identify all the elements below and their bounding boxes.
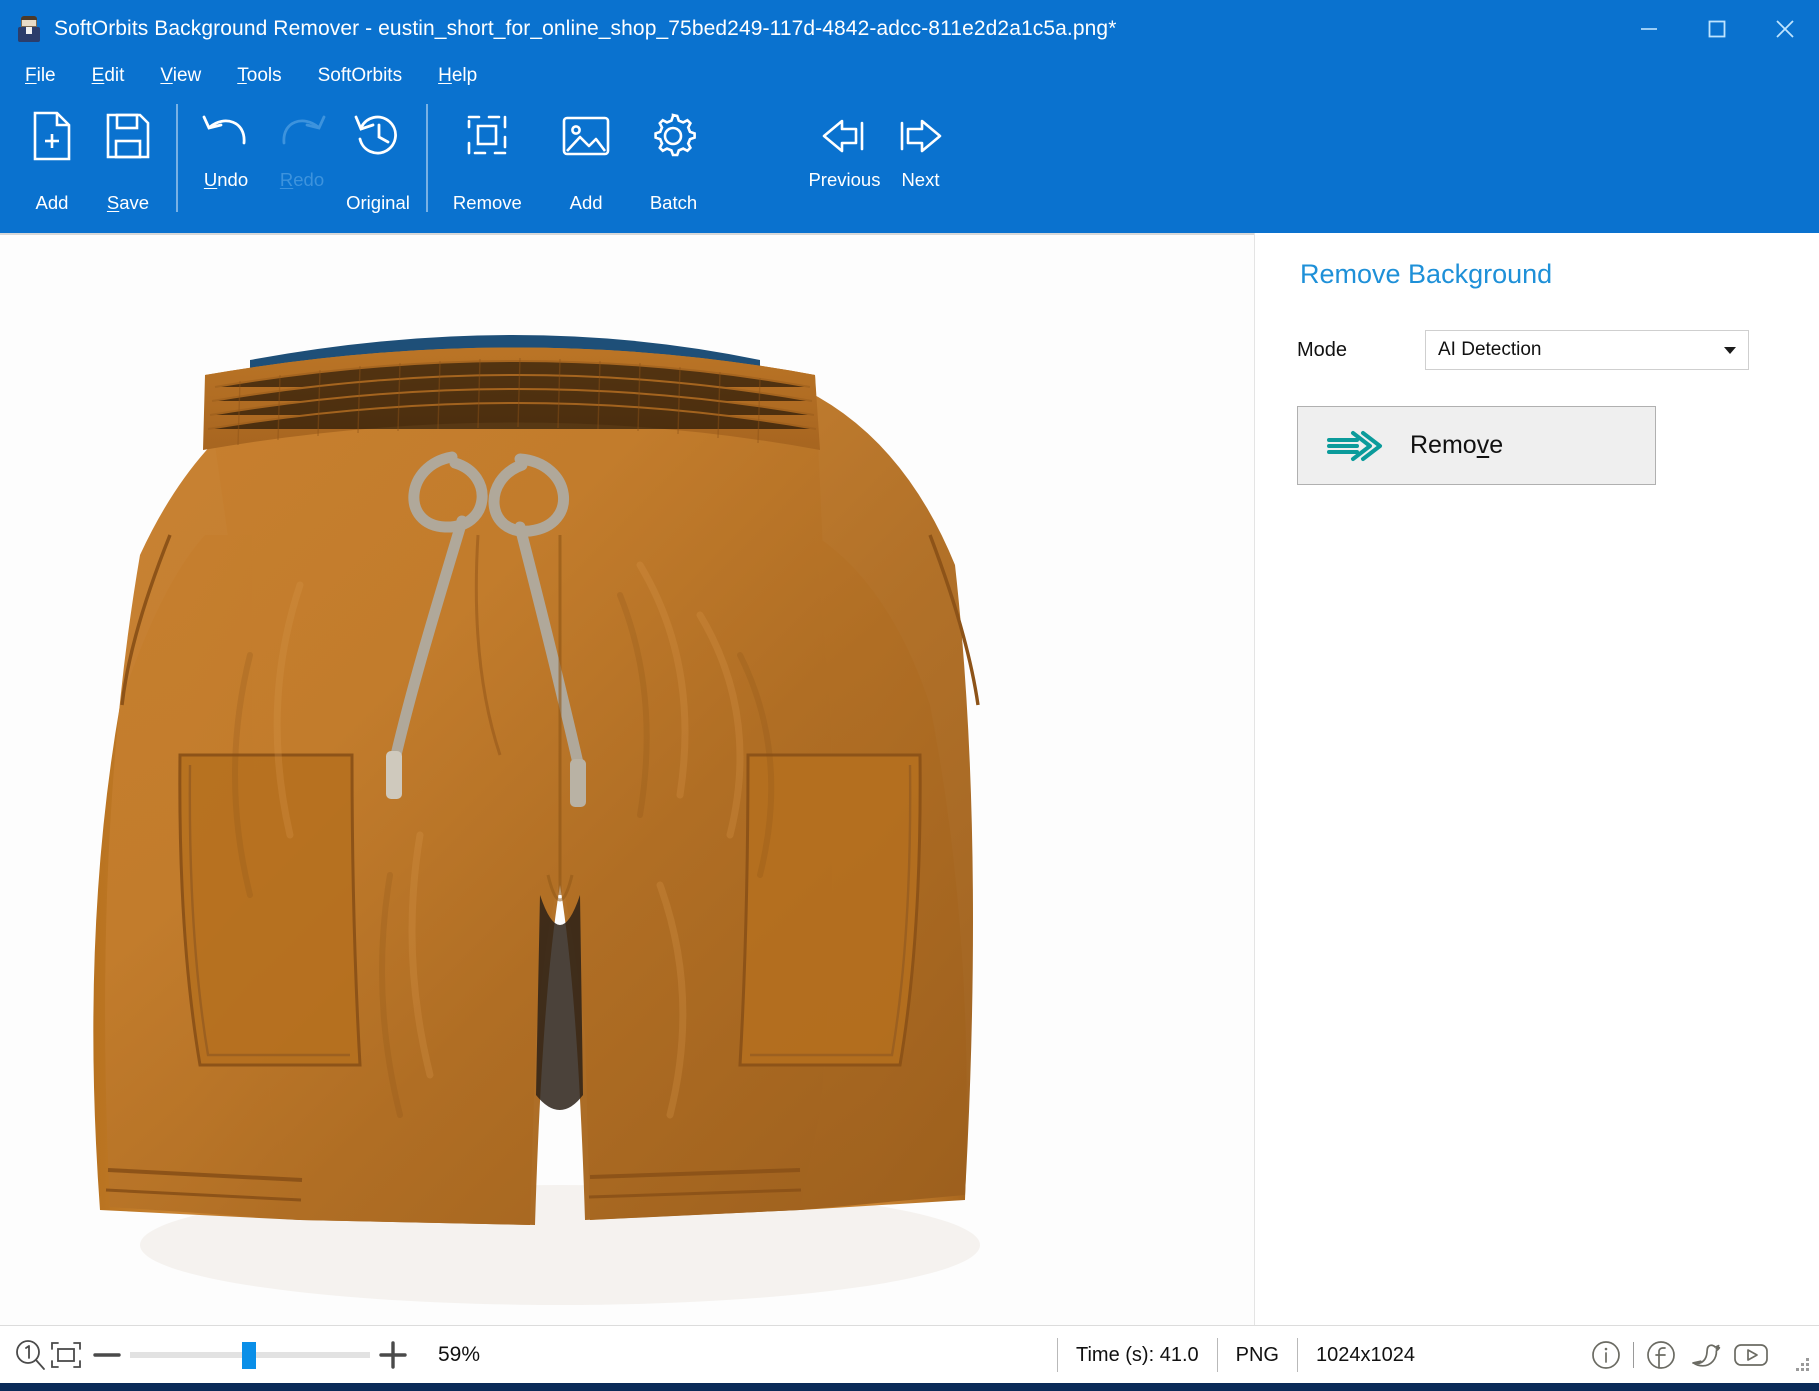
maximize-button[interactable] — [1683, 0, 1751, 58]
zoom-slider-thumb[interactable] — [242, 1342, 256, 1369]
status-time: Time (s): 41.0 — [1057, 1338, 1217, 1372]
toolbar-next-label: Next — [901, 168, 939, 191]
app-person-icon — [18, 16, 40, 42]
mode-select[interactable]: AI Detection — [1425, 330, 1749, 370]
zoom-in-button[interactable] — [370, 1335, 416, 1375]
fit-to-window-icon[interactable] — [48, 1335, 84, 1375]
window-title: SoftOrbits Background Remover - eustin_s… — [54, 17, 1116, 41]
menu-item-softorbits[interactable]: SoftOrbits — [318, 65, 402, 87]
removebg-line1: Remove — [453, 192, 522, 213]
original-line1: Original — [346, 192, 410, 213]
mode-row: Mode AI Detection — [1255, 330, 1819, 370]
undo-key: U — [204, 169, 217, 190]
clock-history-icon — [352, 106, 404, 166]
menu-item-edit[interactable]: Edit — [92, 65, 125, 87]
toolbar-separator-2 — [426, 104, 428, 212]
toolbar-separator-1 — [176, 104, 178, 212]
status-fields: Time (s): 41.0 PNG 1024x1024 — [1057, 1326, 1433, 1384]
add-files-line1: Add — [36, 192, 69, 213]
menu-bar: File Edit View Tools SoftOrbits Help — [0, 58, 1819, 94]
social-divider — [1633, 1342, 1634, 1368]
zoom-controls: 59% — [0, 1335, 480, 1375]
menu-tools-label: ools — [247, 65, 282, 86]
menu-edit-label: dit — [104, 65, 124, 86]
gear-icon — [648, 106, 698, 166]
image-canvas[interactable] — [0, 233, 1254, 1325]
floppy-save-icon — [104, 106, 152, 166]
minimize-button[interactable] — [1615, 0, 1683, 58]
menu-help-label: elp — [452, 65, 477, 86]
toolbar-next-button[interactable]: Next — [882, 94, 958, 191]
application-window: SoftOrbits Background Remover - eustin_s… — [0, 0, 1819, 1391]
arrow-left-bar-icon — [818, 106, 870, 166]
window-controls — [1615, 0, 1819, 58]
zoom-out-button[interactable] — [84, 1335, 130, 1375]
toolbar-redo-button[interactable]: Redo — [264, 94, 340, 191]
crop-dashed-icon — [463, 106, 511, 166]
zoom-percent-label: 59% — [438, 1343, 480, 1367]
menu-view-key: V — [160, 65, 172, 86]
menu-file-label: ile — [37, 65, 56, 86]
status-format: PNG — [1217, 1338, 1297, 1372]
toolbar-previous-button[interactable]: Previous — [806, 94, 882, 191]
menu-tools-key: T — [237, 65, 247, 86]
panel-title: Remove Background — [1255, 259, 1819, 290]
arrow-right-bar-icon — [894, 106, 946, 166]
teal-double-arrow-icon — [1298, 428, 1410, 464]
redo-arrow-icon — [276, 106, 328, 166]
close-button[interactable] — [1751, 0, 1819, 58]
undo-arrow-icon — [200, 106, 252, 166]
facebook-icon[interactable] — [1641, 1335, 1681, 1375]
zoom-slider[interactable] — [130, 1335, 370, 1375]
social-links — [1586, 1326, 1771, 1384]
redo-label-post: edo — [293, 169, 324, 190]
menu-file-key: F — [25, 65, 37, 86]
batch-line1: Batch — [650, 192, 697, 213]
save-as-line1-post: ave — [119, 192, 149, 213]
resize-grip[interactable] — [1793, 1357, 1811, 1375]
mode-label: Mode — [1297, 339, 1425, 362]
main-body: Remove Background Mode AI Detection — [0, 233, 1819, 1325]
info-icon[interactable] — [1586, 1335, 1626, 1375]
undo-label-post: ndo — [217, 169, 248, 190]
window-bottom-border — [0, 1383, 1819, 1391]
save-as-key: S — [107, 192, 119, 213]
toolbar-previous-label: Previous — [808, 168, 880, 191]
toolbar-undo-label: Undo — [204, 168, 248, 191]
menu-softorbits-label: SoftOrbits — [318, 65, 402, 86]
menu-item-tools[interactable]: Tools — [237, 65, 281, 87]
remove-button-label: Remove — [1410, 431, 1503, 460]
document-add-icon — [29, 106, 75, 166]
toolbar-undo-button[interactable]: Undo — [188, 94, 264, 191]
orange-shorts-photo — [0, 235, 1254, 1325]
menu-view-label: iew — [173, 65, 202, 86]
menu-item-view[interactable]: View — [160, 65, 201, 87]
menu-help-key: H — [438, 65, 452, 86]
redo-key: R — [280, 169, 293, 190]
addbg-line1: Add — [570, 192, 603, 213]
status-bar: 59% Time (s): 41.0 PNG 1024x1024 — [0, 1325, 1819, 1383]
menu-item-file[interactable]: File — [25, 65, 56, 87]
toolbar: Add File(s)... Save as... — [0, 94, 1819, 233]
remove-label-key: v — [1477, 431, 1490, 459]
remove-button[interactable]: Remove — [1297, 406, 1656, 485]
menu-item-help[interactable]: Help — [438, 65, 477, 87]
remove-label-pre: Remo — [1410, 431, 1477, 459]
youtube-icon[interactable] — [1731, 1335, 1771, 1375]
twitter-icon[interactable] — [1686, 1335, 1726, 1375]
magnifier-one-icon[interactable] — [12, 1335, 48, 1375]
chevron-down-icon[interactable] — [1712, 331, 1748, 369]
picture-icon — [560, 106, 612, 166]
status-dimensions: 1024x1024 — [1297, 1338, 1433, 1372]
menu-edit-key: E — [92, 65, 105, 86]
remove-label-post: e — [1489, 431, 1503, 459]
title-bar: SoftOrbits Background Remover - eustin_s… — [0, 0, 1819, 58]
mode-select-value: AI Detection — [1438, 339, 1542, 361]
right-panel: Remove Background Mode AI Detection — [1254, 233, 1819, 1325]
toolbar-redo-label: Redo — [280, 168, 324, 191]
